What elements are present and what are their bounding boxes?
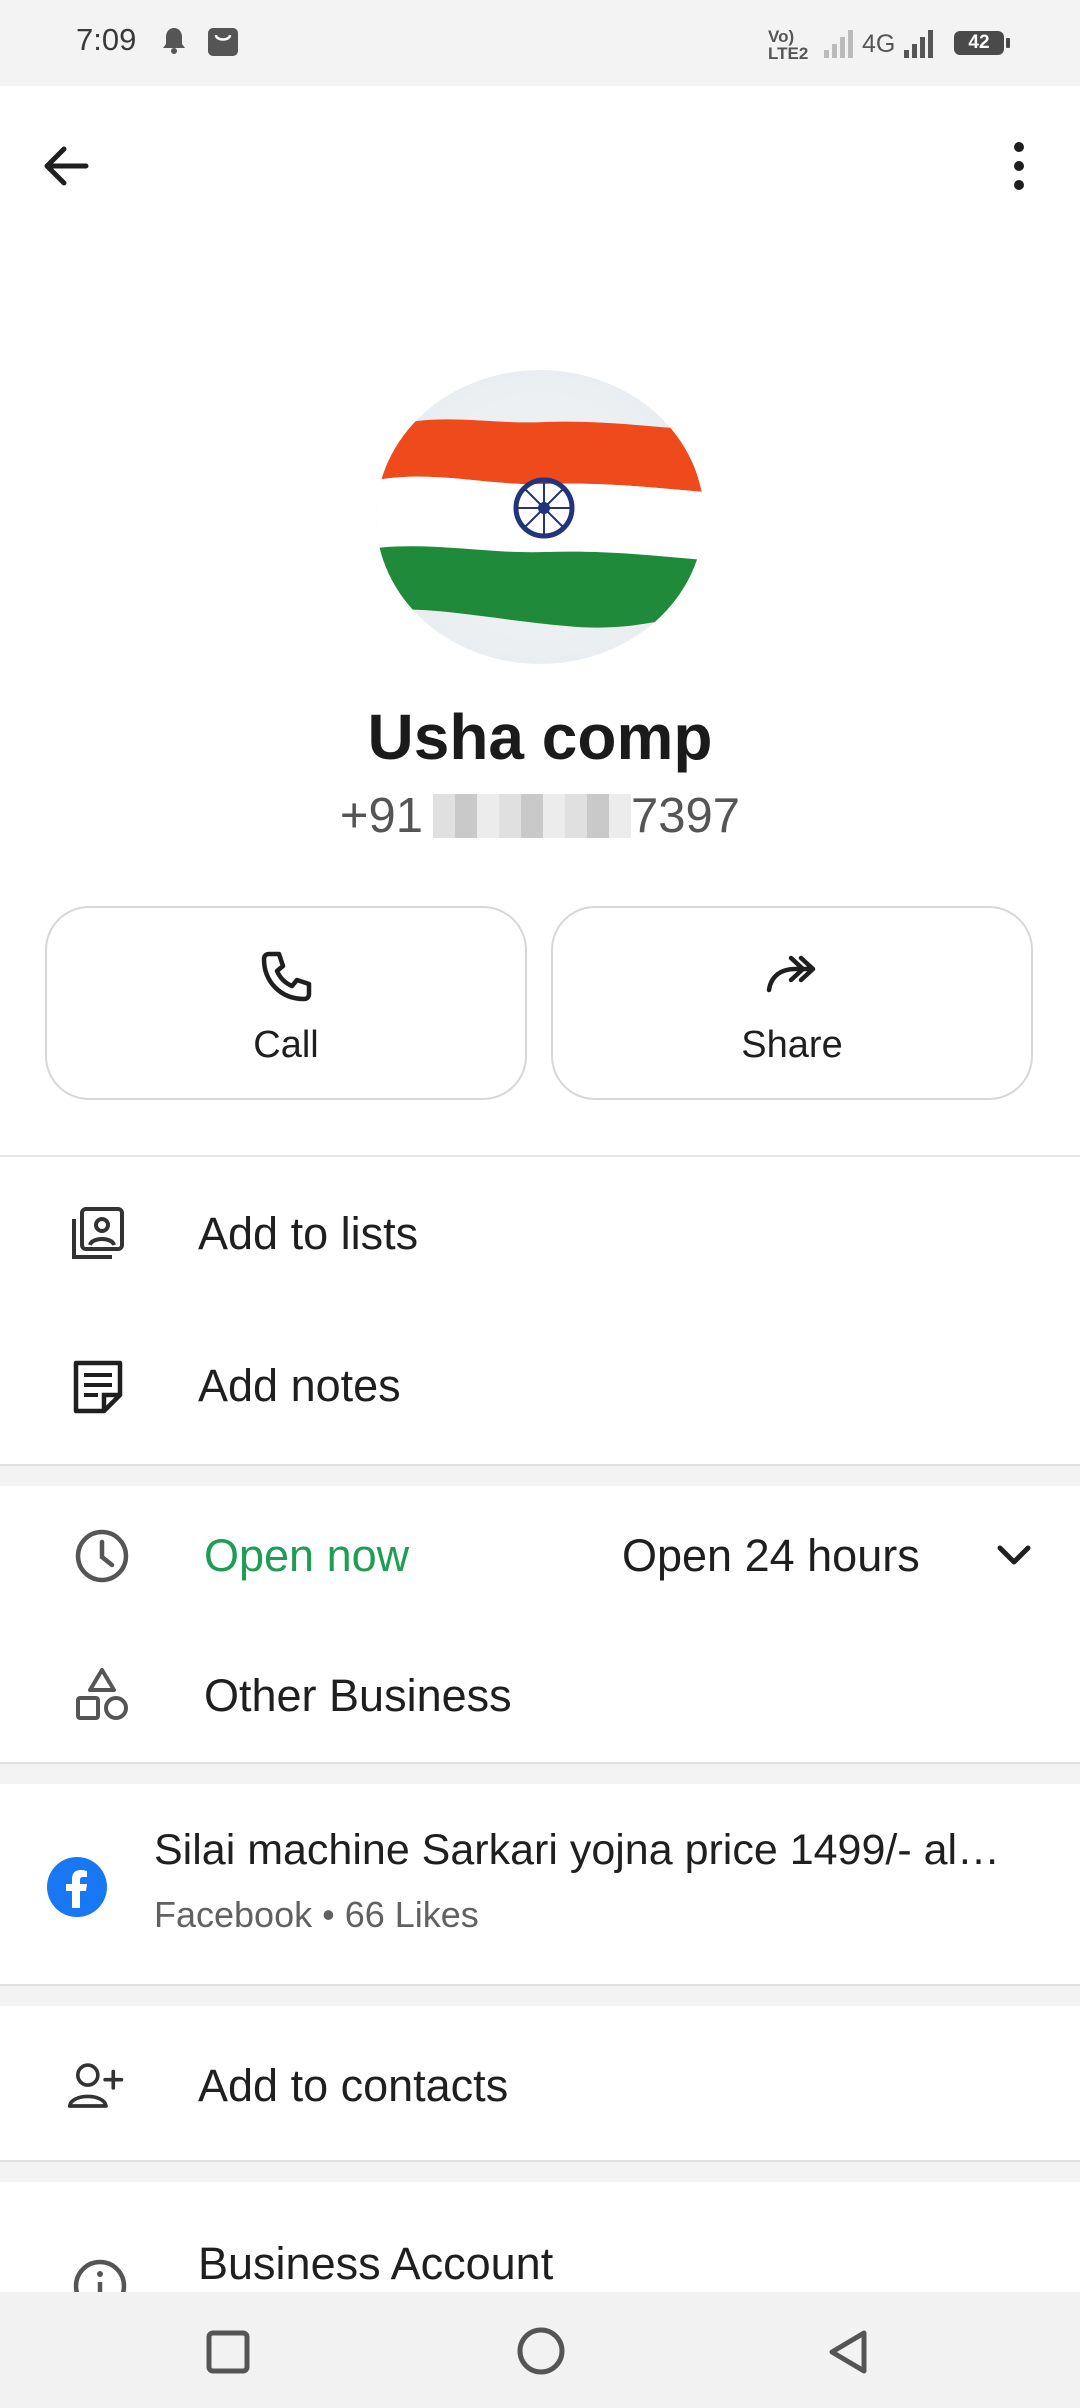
back-triangle-icon[interactable] [826,2328,870,2376]
call-button[interactable]: Call [45,906,527,1100]
notes-icon [73,1360,123,1414]
status-time: 7:09 [76,22,137,57]
volte-indicator: Vo) LTE2 [768,27,809,63]
section-separator [0,1984,1080,2006]
shopping-bag-icon [208,28,238,56]
category-label: Other Business [204,1670,512,1721]
clock-icon [75,1529,129,1583]
add-person-icon [67,2063,124,2108]
divider [0,1155,1080,1157]
hours-text: Open 24 hours [622,1530,920,1581]
share-button[interactable]: Share [551,906,1033,1100]
status-bar: 7:09 Vo) LTE2 4G 42 [0,0,1080,86]
battery-icon: 42 [954,31,1010,55]
info-icon [73,2259,127,2292]
facebook-source: Facebook [154,1894,313,1935]
hours-row[interactable]: Open now Open 24 hours [0,1500,1080,1610]
network-type: 4G [862,30,896,58]
section-separator [0,1464,1080,1486]
recents-square-icon[interactable] [206,2330,250,2374]
open-now-status: Open now [204,1530,410,1581]
business-account-label: Business Account [198,2238,554,2289]
add-to-lists-row[interactable]: Add to lists [0,1180,1080,1290]
add-to-lists-label: Add to lists [198,1208,419,1259]
section-separator [0,2160,1080,2182]
phone-redacted [433,794,632,839]
phone-icon [261,951,312,1002]
signal-icon [904,30,933,58]
flag-image [376,419,704,628]
phone-prefix: +91 [339,789,424,843]
more-vertical-icon[interactable] [1002,138,1036,194]
add-notes-label: Add notes [198,1360,401,1411]
navigation-bar [0,2292,1080,2408]
facebook-title: Silai machine Sarkari yojna price 1499/-… [154,1826,1001,1874]
contact-name: Usha comp [367,701,713,773]
facebook-likes: 66 Likes [344,1894,479,1935]
call-label: Call [253,1024,319,1066]
contact-phone: +91 7397 [0,788,1080,844]
signal-icon [824,30,853,58]
add-notes-row[interactable]: Add notes [0,1332,1080,1442]
add-to-contacts-label: Add to contacts [198,2060,509,2111]
share-label: Share [741,1024,843,1066]
add-to-lists-icon [72,1207,124,1259]
business-account-row[interactable]: Business Account [0,2190,1080,2292]
facebook-icon [47,1857,107,1917]
category-shapes-icon [76,1668,128,1720]
arrow-left-icon[interactable] [38,138,94,194]
section-separator [0,1762,1080,1784]
chevron-down-icon[interactable] [994,1540,1034,1570]
category-row: Other Business [0,1640,1080,1750]
phone-suffix: 7397 [631,789,741,843]
add-to-contacts-row[interactable]: Add to contacts [0,2030,1080,2140]
notification-icon [163,28,185,54]
home-circle-icon[interactable] [516,2326,566,2376]
share-icon [766,955,816,993]
avatar [376,370,704,664]
facebook-meta: Facebook • 66 Likes [154,1894,479,1935]
facebook-result[interactable]: Silai machine Sarkari yojna price 1499/-… [0,1786,1080,1982]
